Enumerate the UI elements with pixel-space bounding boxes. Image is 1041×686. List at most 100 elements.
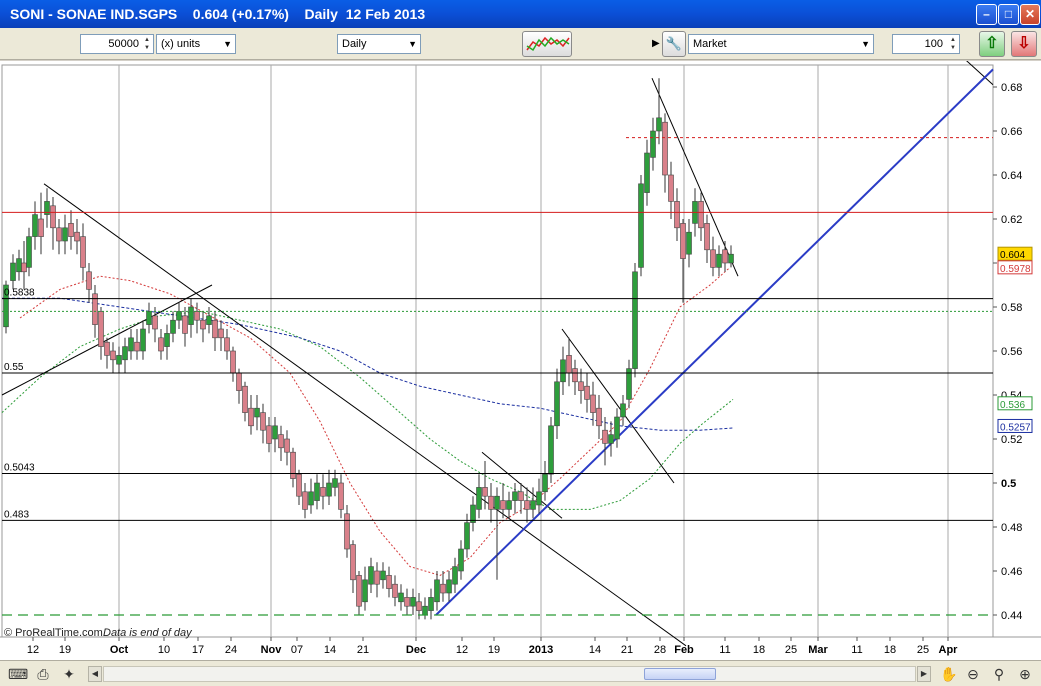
zoom-in-icon[interactable]: ⊕ — [1016, 665, 1034, 683]
candle — [242, 381, 248, 422]
candle-body — [662, 121, 668, 176]
buy-arrow-icon: ⇧ — [985, 35, 999, 52]
candle — [44, 188, 50, 228]
candle — [128, 329, 134, 360]
candle-body — [350, 544, 356, 581]
candle — [320, 474, 326, 510]
spinner-icon[interactable]: ▲ ▼ — [948, 36, 958, 52]
candle — [392, 575, 398, 607]
candle — [644, 139, 650, 206]
units-select[interactable]: (x) units ▼ — [156, 34, 236, 54]
candle — [662, 113, 668, 193]
candle-body — [50, 205, 56, 229]
candle-body — [272, 425, 278, 440]
buy-button[interactable]: ⇧ — [979, 31, 1005, 57]
candle — [248, 395, 254, 435]
candle — [236, 368, 242, 404]
expand-arrow-icon[interactable]: ▶ — [652, 38, 660, 49]
scroll-thumb[interactable] — [644, 668, 716, 680]
keyboard-icon[interactable]: ⌨ — [8, 665, 28, 683]
candle — [422, 597, 428, 620]
sell-button[interactable]: ⇩ — [1011, 31, 1037, 57]
price-tag: 0.536 — [997, 396, 1033, 411]
candle — [368, 557, 374, 593]
y-tick-label: 0.46 — [1001, 566, 1022, 578]
candle-body — [422, 605, 428, 616]
candle-body — [656, 117, 662, 132]
candle — [518, 483, 524, 514]
scroll-right-arrow[interactable]: ▶ — [917, 666, 931, 682]
x-tick-label: 11 — [719, 644, 730, 656]
candle-body — [668, 174, 674, 202]
candle-body — [392, 583, 398, 598]
candle-body — [614, 416, 620, 440]
indicators-button[interactable] — [522, 31, 572, 57]
scroll-track[interactable] — [103, 666, 916, 682]
candle-body — [320, 487, 326, 497]
support-level-label: 0.55 — [4, 362, 24, 373]
order-quantity-stepper[interactable]: 100 ▲ ▼ — [892, 34, 960, 54]
candle-body — [98, 311, 104, 347]
candle — [404, 588, 410, 615]
candle-body — [146, 311, 152, 325]
candle-body — [722, 249, 728, 264]
period-select[interactable]: Daily ▼ — [337, 34, 421, 54]
candle — [200, 311, 206, 343]
maximize-button[interactable]: □ — [998, 4, 1019, 25]
close-button[interactable]: ✕ — [1020, 4, 1040, 25]
candle — [488, 483, 494, 523]
candle-body — [452, 566, 458, 585]
candle-body — [530, 500, 536, 510]
order-quantity-value: 100 — [924, 38, 943, 50]
candle-body — [212, 319, 218, 339]
candle — [98, 307, 104, 360]
candle — [218, 320, 224, 351]
candle-body — [458, 548, 464, 572]
candle — [428, 588, 434, 620]
x-tick-label: Mar — [808, 644, 828, 656]
candle — [21, 241, 27, 290]
zoom-out-icon[interactable]: ⊖ — [964, 665, 982, 683]
wrench-icon: 🔧 — [665, 36, 683, 51]
quantity-stepper[interactable]: 50000 ▲ ▼ — [80, 34, 154, 54]
candle-body — [290, 451, 296, 479]
x-tick-label: 10 — [158, 644, 170, 656]
wrench-button[interactable]: 🔧 — [662, 31, 686, 57]
candle — [722, 241, 728, 272]
x-tick-label: 18 — [753, 644, 765, 656]
chevron-down-icon: ▼ — [223, 39, 232, 49]
candlestick-chart-svg[interactable]: 0.5838 0.55 0.5043 0.483 0.68 0.66 0.64 0.62 0.… — [0, 58, 1041, 660]
candle-body — [368, 566, 374, 585]
price-chart[interactable]: 0.5838 0.55 0.5043 0.483 0.68 0.66 0.64 0.62 0.… — [0, 58, 1041, 660]
candle-body — [488, 495, 494, 510]
candle-body — [332, 478, 338, 488]
scroll-left-arrow[interactable]: ◀ — [88, 666, 102, 682]
candle-body — [446, 579, 452, 594]
candle — [32, 201, 38, 250]
print-icon[interactable]: ⎙ — [34, 665, 52, 683]
candle — [434, 571, 440, 611]
chart-toolbar: 50000 ▲ ▼ (x) units ▼ Daily ▼ ▶ 🔧 Market … — [0, 28, 1041, 60]
candle — [530, 487, 536, 519]
minimize-button[interactable]: – — [976, 4, 997, 25]
zoom-reset-icon[interactable]: ⚲ — [990, 665, 1008, 683]
pan-icon[interactable]: ✋ — [940, 665, 958, 683]
x-tick-label: 14 — [589, 644, 601, 656]
candle — [386, 566, 392, 598]
candle — [584, 373, 590, 413]
candle-body — [296, 473, 302, 497]
candle-body — [116, 355, 122, 365]
tool-icon[interactable]: ✦ — [60, 665, 78, 683]
x-tick-label: 19 — [59, 644, 71, 656]
candle — [230, 346, 236, 382]
candle-body — [482, 487, 488, 497]
spinner-icon[interactable]: ▲ ▼ — [142, 36, 152, 52]
chevron-down-icon: ▼ — [861, 39, 870, 49]
order-type-value: Market — [693, 38, 727, 50]
candle-body — [38, 218, 44, 237]
candle — [374, 562, 380, 598]
candle-body — [21, 262, 27, 273]
order-type-select[interactable]: Market ▼ — [688, 34, 874, 54]
candle-body — [80, 236, 86, 268]
candle — [146, 302, 152, 334]
